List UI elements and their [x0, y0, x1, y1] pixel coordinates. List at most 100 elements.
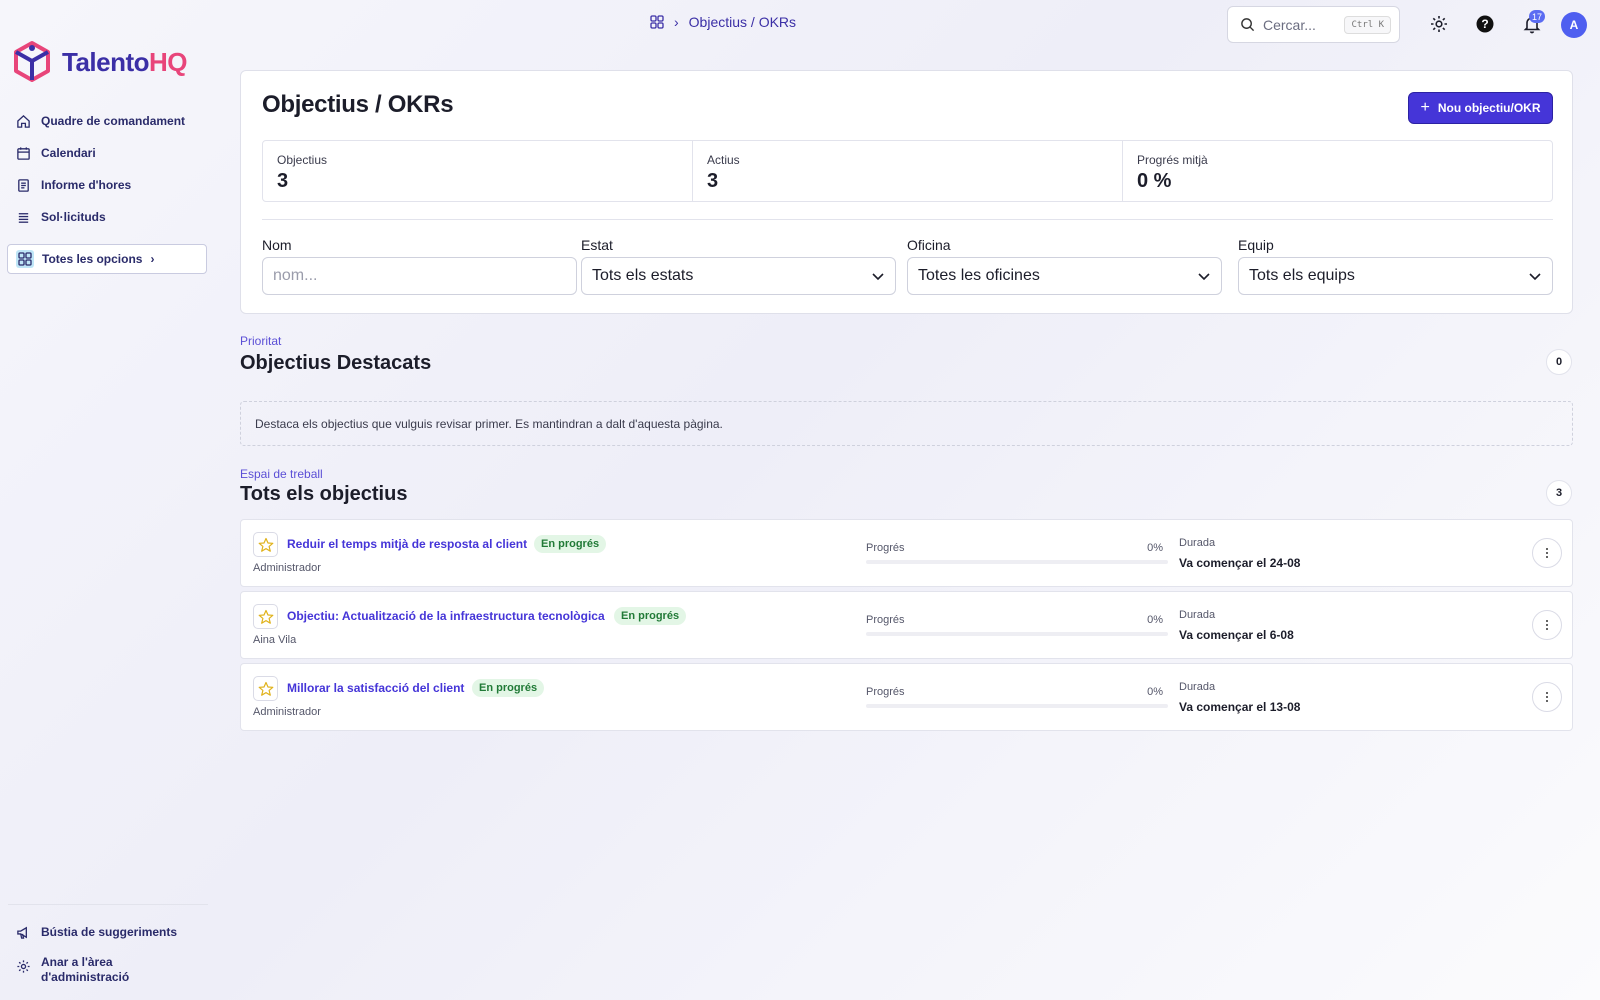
filter-office: Oficina Totes les oficines — [907, 237, 1222, 295]
megaphone-icon — [17, 926, 27, 939]
team-select[interactable]: Tots els equips — [1238, 257, 1553, 295]
more-vertical-icon — [1546, 548, 1548, 558]
duration-value: Va començar el 6-08 — [1179, 628, 1294, 642]
all-options-label: Totes les opcions — [42, 252, 143, 266]
stat-label: Objectius — [277, 153, 328, 167]
stat-value: 3 — [277, 170, 289, 192]
duration-label: Durada — [1179, 537, 1216, 549]
help-icon: ? — [1476, 15, 1494, 33]
status-badge: En progrés — [472, 679, 545, 697]
sidebar-bottom: Bústia de suggeriments Anar a l'àrea d'a… — [8, 904, 208, 993]
chevron-down-icon — [1198, 273, 1210, 281]
progress-bar — [866, 632, 1168, 636]
sidebar-item-admin[interactable]: Anar a l'àrea d'administració — [8, 951, 208, 991]
sidebar-item-suggestions[interactable]: Bústia de suggeriments — [8, 915, 208, 949]
duration-label: Durada — [1179, 609, 1216, 621]
stat-value: 3 — [707, 170, 719, 192]
star-toggle-button[interactable] — [253, 676, 278, 701]
new-objective-label: Nou objectiu/OKR — [1437, 101, 1541, 115]
grid-icon — [16, 250, 34, 268]
stat-value: 0 % — [1137, 170, 1172, 192]
chevron-down-icon — [1529, 273, 1541, 281]
star-icon — [258, 681, 273, 696]
all-eyebrow: Espai de treball — [240, 467, 323, 481]
name-search-input[interactable] — [262, 257, 577, 295]
star-icon — [258, 609, 273, 624]
new-objective-button[interactable]: + Nou objectiu/OKR — [1408, 92, 1553, 124]
more-options-button[interactable] — [1532, 682, 1562, 712]
objective-title-link[interactable]: Objectiu: Actualització de la infraestru… — [287, 609, 605, 623]
featured-empty-note: Destaca els objectius que vulguis revisa… — [240, 401, 1573, 446]
chevron-down-icon — [872, 273, 884, 281]
settings-button[interactable] — [1427, 12, 1451, 36]
featured-count-badge: 0 — [1546, 349, 1572, 375]
avatar[interactable]: A — [1561, 12, 1587, 38]
breadcrumb-current[interactable]: Objectius / OKRs — [689, 14, 796, 30]
progress-percent: 0% — [1147, 542, 1163, 554]
stat-average-progress: Progrés mitjà 0 % — [1123, 141, 1552, 201]
breadcrumb: › Objectius / OKRs — [650, 14, 796, 30]
report-icon — [18, 178, 29, 192]
filter-team: Equip Tots els equips — [1238, 237, 1553, 295]
status-select-value: Tots els estats — [592, 267, 694, 284]
stat-active: Actius 3 — [693, 141, 1123, 201]
logo[interactable]: TalentoHQ — [12, 40, 188, 84]
search-shortcut: Ctrl K — [1344, 15, 1391, 34]
star-toggle-button[interactable] — [253, 532, 278, 557]
objectives-header-card: Objectius / OKRs + Nou objectiu/OKR Obje… — [240, 70, 1573, 314]
office-select[interactable]: Totes les oficines — [907, 257, 1222, 295]
status-badge: En progrés — [614, 607, 687, 625]
office-select-value: Totes les oficines — [918, 267, 1040, 284]
calendar-icon — [17, 146, 30, 160]
stat-label: Actius — [707, 153, 740, 167]
apps-icon[interactable] — [650, 15, 664, 29]
sidebar-item-hours-report[interactable]: Informe d'hores — [8, 170, 208, 200]
sidebar-item-label: Quadre de comandament — [41, 114, 186, 128]
filter-status: Estat Tots els estats — [581, 237, 896, 295]
gear-icon — [17, 960, 30, 973]
more-vertical-icon — [1546, 692, 1548, 702]
more-options-button[interactable] — [1532, 610, 1562, 640]
status-select[interactable]: Tots els estats — [581, 257, 896, 295]
all-count-badge: 3 — [1546, 480, 1572, 506]
help-button[interactable]: ? — [1473, 12, 1497, 36]
duration-label: Durada — [1179, 681, 1216, 693]
status-badge: En progrés — [534, 535, 607, 553]
team-select-value: Tots els equips — [1249, 267, 1355, 284]
sidebar-item-dashboard[interactable]: Quadre de comandament — [8, 106, 208, 136]
sidebar-item-label: Informe d'hores — [41, 178, 132, 192]
all-options-button[interactable]: Totes les opcions › — [7, 244, 207, 274]
filter-label: Oficina — [907, 237, 951, 253]
divider — [262, 219, 1553, 220]
progress-percent: 0% — [1147, 614, 1163, 626]
star-toggle-button[interactable] — [253, 604, 278, 629]
objective-owner: Administrador — [253, 706, 321, 718]
objective-title-link[interactable]: Reduir el temps mitjà de resposta al cli… — [287, 537, 527, 551]
objective-row[interactable]: Reduir el temps mitjà de resposta al cli… — [240, 519, 1573, 587]
progress-label: Progrés — [866, 686, 905, 698]
list-icon — [18, 212, 29, 223]
search-input[interactable]: Cercar... — [1263, 17, 1336, 33]
progress-bar — [866, 704, 1168, 708]
progress-label: Progrés — [866, 614, 905, 626]
home-icon — [17, 114, 30, 128]
objective-title-link[interactable]: Millorar la satisfacció del client — [287, 681, 464, 695]
sidebar-item-requests[interactable]: Sol·licituds — [8, 202, 208, 232]
progress-bar — [866, 560, 1168, 564]
chevron-right-icon: › — [674, 14, 679, 30]
sidebar-item-calendar[interactable]: Calendari — [8, 138, 208, 168]
objective-row[interactable]: Objectiu: Actualització de la infraestru… — [240, 591, 1573, 659]
progress-label: Progrés — [866, 542, 905, 554]
stat-label: Progrés mitjà — [1137, 153, 1208, 167]
objective-row[interactable]: Millorar la satisfacció del client En pro… — [240, 663, 1573, 731]
page-title: Objectius / OKRs — [262, 91, 454, 118]
chevron-right-icon: › — [150, 252, 155, 266]
star-icon — [258, 537, 273, 552]
sidebar: TalentoHQ Quadre de comandament Calendar… — [0, 0, 216, 1000]
sidebar-item-label: Anar a l'àrea d'administració — [41, 955, 130, 984]
sidebar-item-label: Sol·licituds — [41, 210, 106, 224]
duration-value: Va començar el 24-08 — [1179, 556, 1301, 570]
more-options-button[interactable] — [1532, 538, 1562, 568]
search-box[interactable]: Cercar... Ctrl K — [1227, 6, 1400, 43]
sidebar-item-label: Bústia de suggeriments — [41, 925, 178, 939]
